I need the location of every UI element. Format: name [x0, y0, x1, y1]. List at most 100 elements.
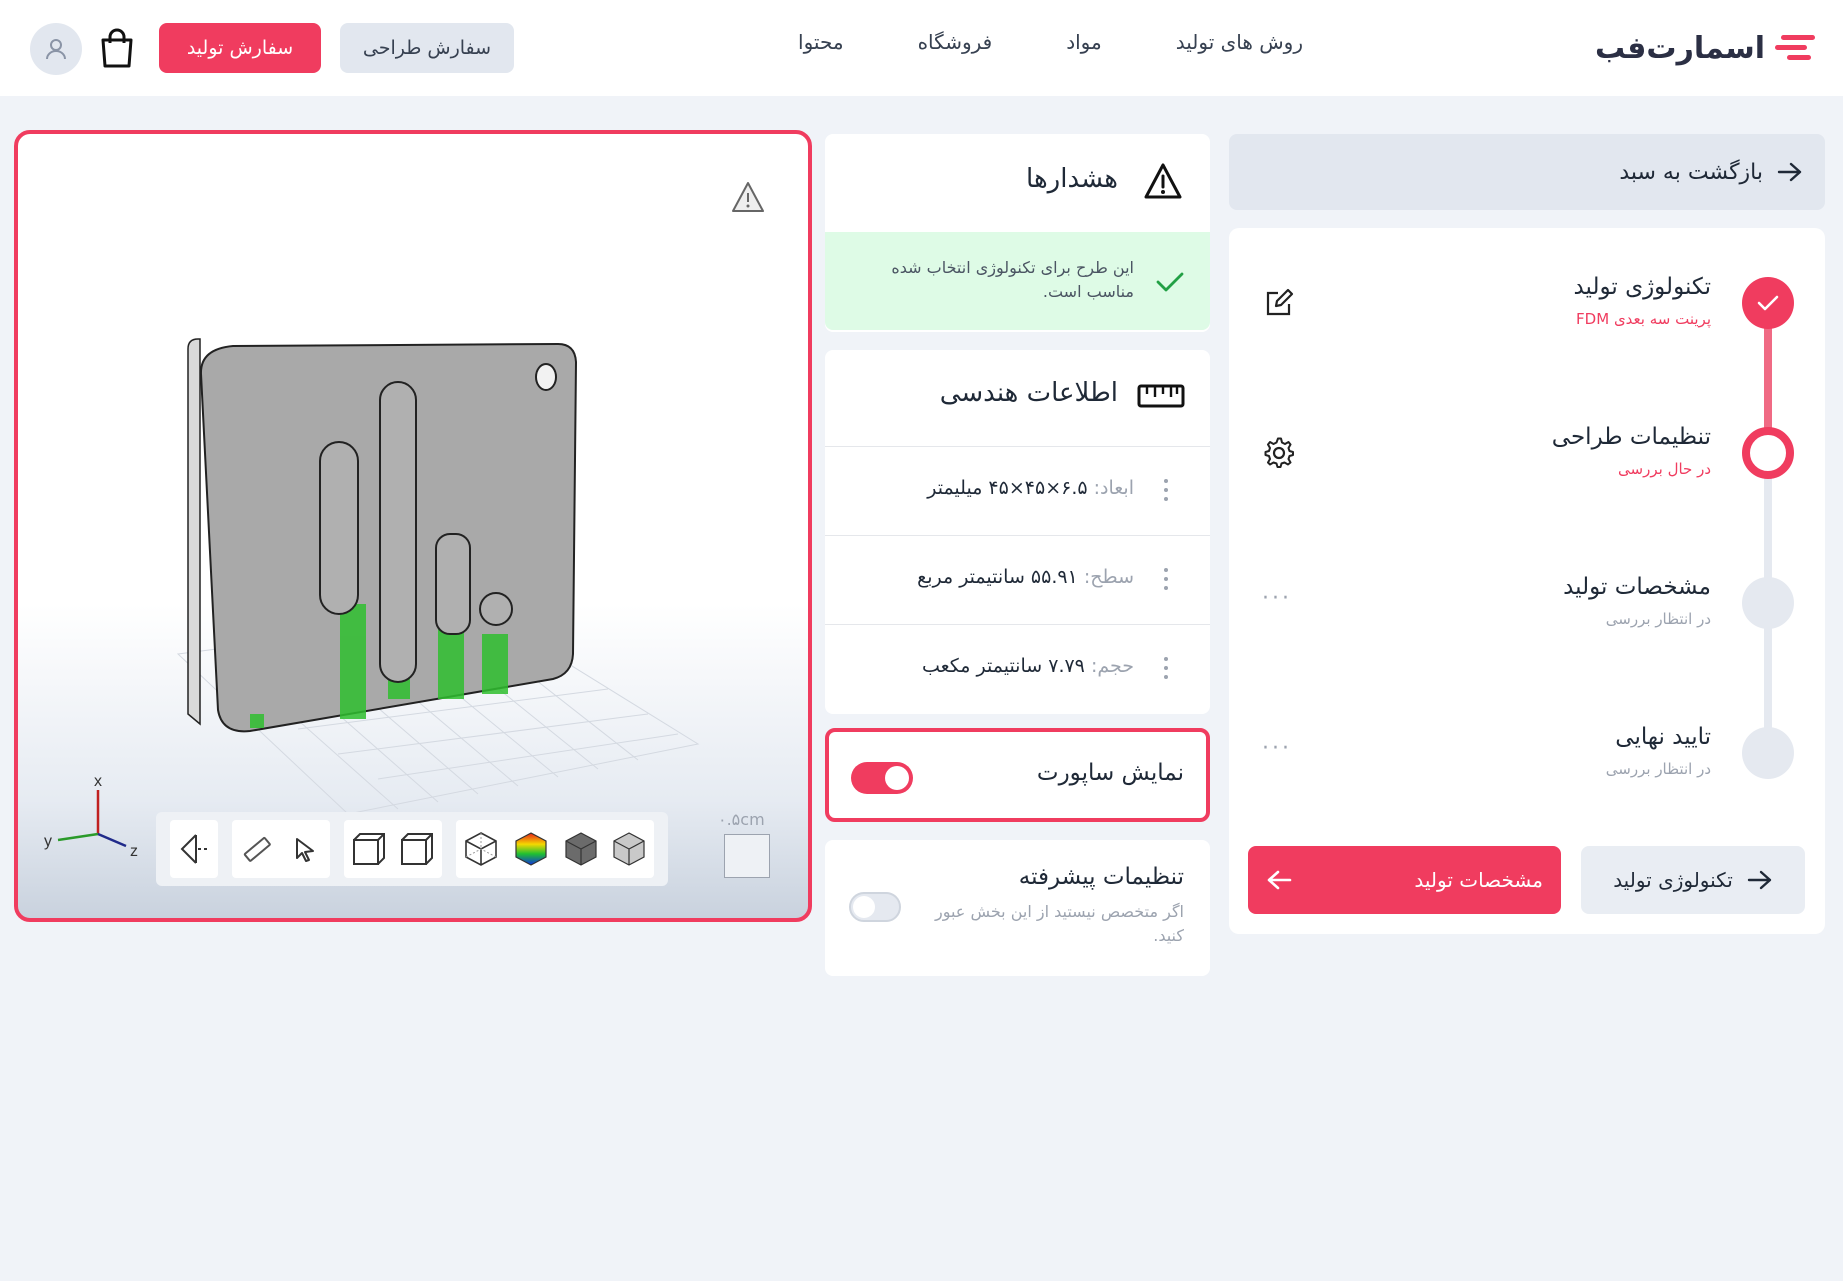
- check-icon: [1156, 272, 1184, 292]
- next-step-button[interactable]: مشخصات تولید: [1248, 846, 1561, 914]
- wireframe-button[interactable]: [456, 820, 506, 878]
- steps-card: [1229, 228, 1825, 934]
- design-order-button[interactable]: سفارش طراحی: [340, 23, 514, 73]
- step-1-subtitle: پرینت سه بعدی FDM: [1576, 310, 1711, 328]
- geometry-title: اطلاعات هندسی: [939, 378, 1118, 408]
- step-4-indicator: [1742, 727, 1794, 779]
- step-1-indicator: [1742, 277, 1794, 329]
- solid-dark-button[interactable]: [556, 820, 606, 878]
- step-2-subtitle: در حال بررسی: [1618, 460, 1711, 478]
- step-2-title: تنظیمات طراحی: [1551, 424, 1711, 450]
- logo[interactable]: اسمارت‌فب: [1595, 26, 1817, 70]
- kebab-icon[interactable]: [1164, 657, 1170, 684]
- previous-step-label: تکنولوژی تولید: [1613, 868, 1733, 892]
- advanced-toggle[interactable]: [849, 892, 901, 922]
- geometry-row-dimensions: ابعاد: ۶.۵×۴۵×۴۵ میلیمتر: [825, 446, 1210, 534]
- back-to-cart-label: بازگشت به سبد: [1619, 159, 1763, 185]
- ok-message: این طرح برای تکنولوژی انتخاب شده مناسب ا…: [891, 258, 1134, 301]
- gear-icon: [1264, 437, 1294, 468]
- edit-icon: [1266, 288, 1294, 316]
- heatmap-cube-icon: [515, 832, 547, 866]
- logo-icon: [1775, 35, 1815, 60]
- arrow-right-icon: [1777, 162, 1802, 182]
- advanced-title: تنظیمات پیشرفته: [1018, 864, 1184, 890]
- solid-light-button[interactable]: [604, 820, 654, 878]
- support-toggle-box: نمایش ساپورت: [825, 728, 1210, 822]
- production-order-button[interactable]: سفارش تولید: [159, 23, 321, 73]
- cart-icon[interactable]: [99, 28, 135, 68]
- top-header: اسمارت‌فب روش های تولید مواد فروشگاه محت…: [0, 0, 1843, 96]
- measure-button[interactable]: [232, 820, 282, 878]
- warning-icon: [1144, 163, 1182, 199]
- edit-icon-wrap[interactable]: [1262, 286, 1296, 320]
- axis-y-label: y: [44, 833, 52, 850]
- logo-text: اسمارت‌فب: [1595, 30, 1765, 66]
- step-4-title: تایید نهایی: [1615, 724, 1711, 750]
- nav-item-materials[interactable]: مواد: [1066, 30, 1102, 54]
- cube-side-icon: [401, 833, 433, 865]
- nav-item-shop[interactable]: فروشگاه: [918, 30, 993, 54]
- wireframe-cube-icon: [465, 832, 497, 866]
- light-cube-icon: [613, 832, 645, 866]
- step-2-indicator: [1742, 427, 1794, 479]
- step-3-indicator: [1742, 577, 1794, 629]
- check-icon: [1757, 295, 1779, 311]
- scale-reference-box: [724, 834, 770, 878]
- dimensions-label: ابعاد:: [1093, 477, 1134, 499]
- step-1-title: تکنولوژی تولید: [1573, 274, 1711, 300]
- step-4-subtitle: در انتظار بررسی: [1605, 760, 1711, 778]
- nav-item-content[interactable]: محتوا: [798, 30, 844, 54]
- kebab-icon[interactable]: [1164, 568, 1170, 595]
- step-4-more-icon: ···: [1262, 736, 1292, 761]
- arrow-right-icon: [1747, 870, 1771, 890]
- settings-icon-wrap[interactable]: [1262, 436, 1296, 470]
- previous-step-button[interactable]: تکنولوژی تولید: [1581, 846, 1805, 914]
- heatmap-button[interactable]: [506, 820, 556, 878]
- section-view-button[interactable]: [169, 820, 219, 878]
- geometry-row-volume: حجم: ۷.۷۹ سانتیمتر مکعب: [825, 624, 1210, 712]
- dark-cube-icon: [565, 832, 597, 866]
- step-3-more-icon: ···: [1262, 586, 1292, 611]
- support-toggle[interactable]: [851, 762, 913, 794]
- model-viewer[interactable]: x y z ۰.۵cm: [14, 130, 812, 922]
- user-icon: [46, 39, 66, 60]
- axes-gizmo: x y z: [44, 773, 138, 860]
- side-view-button[interactable]: [392, 820, 442, 878]
- axis-z-label: z: [130, 843, 138, 860]
- support-label: نمایش ساپورت: [1036, 760, 1184, 786]
- cube-front-icon: [353, 833, 385, 865]
- ruler-tool-icon: [243, 836, 271, 862]
- step-3-title: مشخصات تولید: [1563, 574, 1711, 600]
- cursor-icon: [296, 838, 314, 862]
- avatar[interactable]: [30, 23, 82, 75]
- back-to-cart-button[interactable]: بازگشت به سبد: [1229, 134, 1825, 210]
- model-bar-1: [319, 441, 359, 615]
- surface-value: ۵۵.۹۱ سانتیمتر مربع: [917, 566, 1078, 588]
- section-plane-icon: [180, 834, 210, 864]
- scale-label: ۰.۵cm: [718, 810, 765, 829]
- dimensions-value: ۶.۵×۴۵×۴۵ میلیمتر: [927, 477, 1088, 499]
- volume-label: حجم:: [1090, 655, 1134, 677]
- volume-value: ۷.۷۹ سانتیمتر مکعب: [921, 655, 1085, 677]
- ok-message-box: این طرح برای تکنولوژی انتخاب شده مناسب ا…: [825, 232, 1210, 330]
- viewer-toolbar: [156, 812, 668, 886]
- surface-label: سطح:: [1083, 566, 1134, 588]
- model-bar-3: [435, 533, 471, 635]
- select-button[interactable]: [280, 820, 330, 878]
- nav-item-production-methods[interactable]: روش های تولید: [1176, 30, 1303, 54]
- kebab-icon[interactable]: [1164, 479, 1170, 506]
- ruler-icon: [1137, 384, 1185, 408]
- arrow-left-icon: [1267, 870, 1292, 890]
- step-3-subtitle: در انتظار بررسی: [1605, 610, 1711, 628]
- geometry-row-surface: سطح: ۵۵.۹۱ سانتیمتر مربع: [825, 535, 1210, 623]
- warning-outline-icon[interactable]: [730, 180, 766, 214]
- advanced-description: اگر متخصص نیستید از این بخش عبور کنید.: [934, 902, 1184, 945]
- warnings-title: هشدارها: [1026, 164, 1118, 194]
- model-bar-4: [479, 592, 513, 626]
- model-hole: [535, 363, 557, 391]
- main-nav: روش های تولید مواد فروشگاه محتوا: [798, 30, 1303, 54]
- model-bar-2: [379, 381, 417, 683]
- next-step-label: مشخصات تولید: [1414, 868, 1543, 892]
- axis-x-label: x: [94, 773, 102, 790]
- front-view-button[interactable]: [344, 820, 394, 878]
